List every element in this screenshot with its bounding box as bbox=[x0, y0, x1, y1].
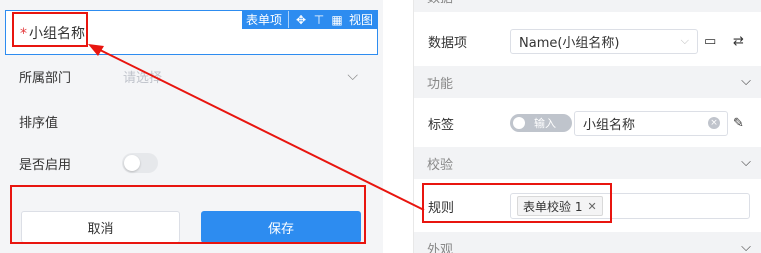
enabled-label: 是否启用 bbox=[19, 157, 72, 173]
data-item-select[interactable]: Name(小组名称) ⌵ bbox=[510, 28, 698, 54]
tag-row: 标签 输入 小组名称 × ✎ bbox=[414, 100, 761, 146]
annotation-box-buttons bbox=[10, 185, 366, 244]
form-item-tag[interactable]: 表单项 bbox=[246, 11, 289, 28]
edit-icon[interactable]: ✎ bbox=[733, 116, 744, 131]
tag-label: 标签 bbox=[428, 117, 455, 133]
enabled-toggle[interactable] bbox=[122, 153, 158, 173]
swap-icon[interactable]: ⇄ bbox=[733, 34, 744, 49]
chevron-down-icon: ⌵ bbox=[741, 240, 751, 253]
chevron-down-icon[interactable]: ⌵ bbox=[347, 68, 358, 84]
input-toggle[interactable]: 输入 bbox=[510, 114, 572, 132]
section-function[interactable]: 功能 ⌵ bbox=[414, 66, 761, 98]
field-toolbar: 表单项 ✥ ⊤ ▦ 视图 bbox=[241, 10, 377, 29]
card-icon[interactable]: ▭ bbox=[704, 34, 716, 49]
data-item-row: 数据项 Name(小组名称) ⌵ ▭ ⇄ bbox=[414, 18, 761, 64]
section-validation[interactable]: 校验 ⌵ bbox=[414, 147, 761, 179]
section-data[interactable]: 数据 bbox=[414, 0, 761, 12]
grid-icon[interactable]: ▦ bbox=[331, 13, 343, 27]
view-button[interactable]: 视图 bbox=[349, 11, 373, 28]
tag-input[interactable]: 小组名称 × bbox=[574, 110, 728, 136]
properties-panel: 数据 数据项 Name(小组名称) ⌵ ▭ ⇄ 功能 ⌵ 标签 输入 小组名称 … bbox=[413, 0, 761, 253]
align-top-icon[interactable]: ⊤ bbox=[313, 13, 325, 27]
department-select[interactable]: 请选择 bbox=[123, 67, 162, 86]
section-appearance[interactable]: 外观 ⌵ bbox=[414, 232, 761, 253]
data-item-label: 数据项 bbox=[428, 35, 468, 51]
chevron-down-icon: ⌵ bbox=[741, 155, 751, 170]
chevron-down-icon: ⌵ bbox=[741, 74, 751, 89]
annotation-box-label bbox=[12, 12, 88, 47]
move-icon[interactable]: ✥ bbox=[295, 13, 307, 27]
department-label: 所属部门 bbox=[19, 70, 72, 86]
annotation-box-rule bbox=[422, 183, 612, 223]
clear-icon[interactable]: × bbox=[708, 117, 720, 129]
sort-row: 排序值 bbox=[5, 100, 378, 142]
department-row: 所属部门 请选择 ⌵ bbox=[5, 55, 378, 97]
chevron-down-icon: ⌵ bbox=[680, 34, 689, 47]
form-preview: * 小组名称 表单项 ✥ ⊤ ▦ 视图 所属部门 请选择 ⌵ 排序值 是否启用 取… bbox=[0, 0, 383, 253]
enabled-row: 是否启用 bbox=[5, 142, 378, 184]
sort-label: 排序值 bbox=[19, 115, 59, 131]
